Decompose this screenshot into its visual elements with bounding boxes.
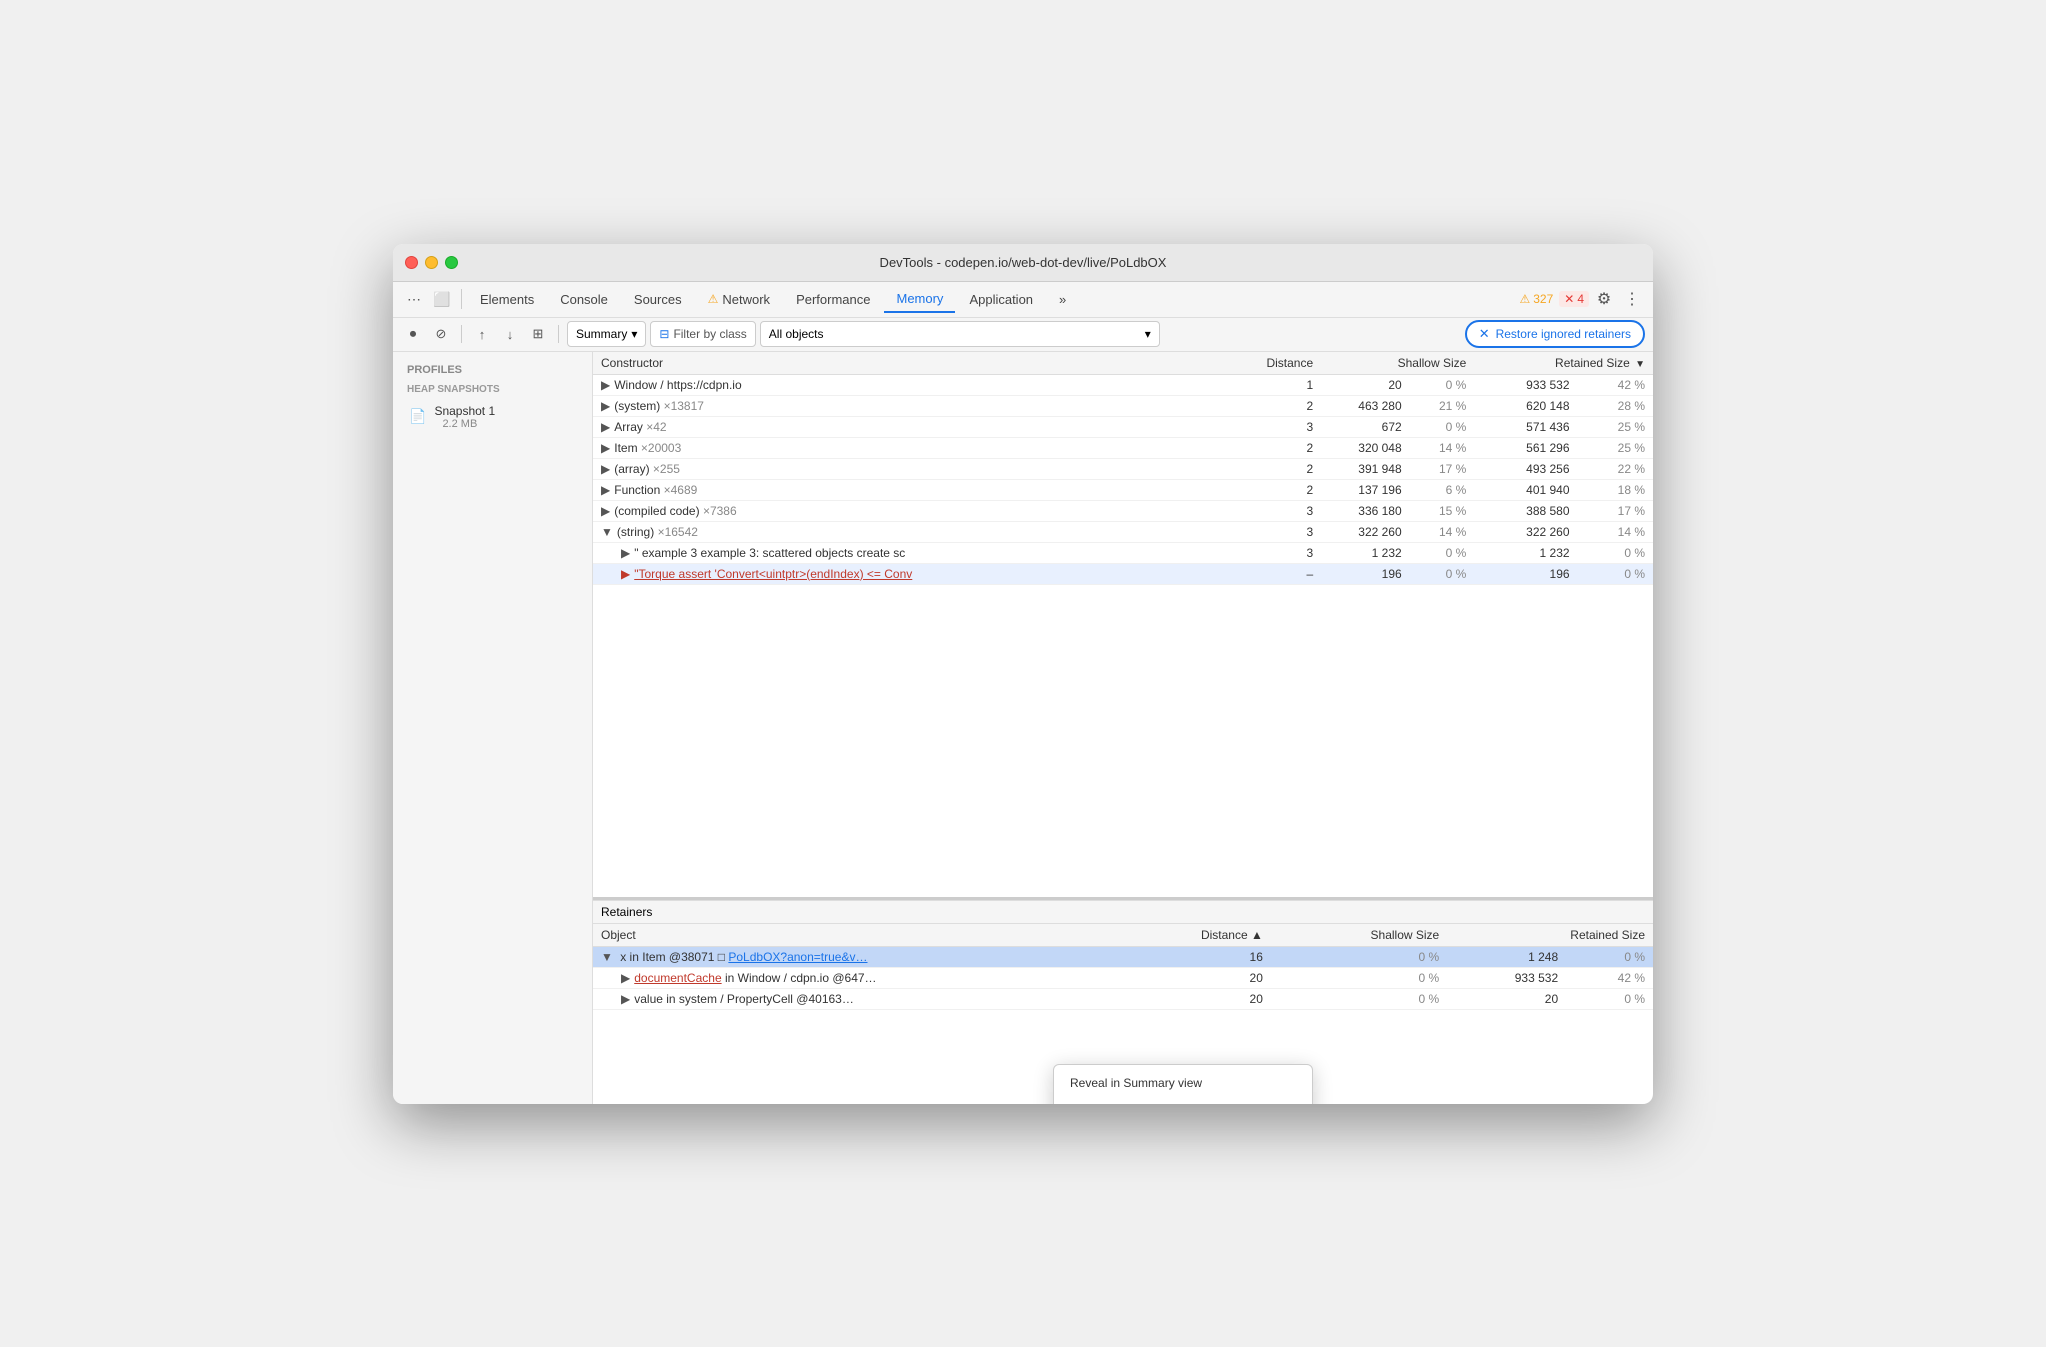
table-row[interactable]: ▶Item ×20003 2 320 048 14 % 561 296 25 %	[593, 437, 1653, 458]
summary-label: Summary	[576, 327, 627, 341]
error-icon: ✕	[1564, 292, 1574, 306]
retainers-label: Retainers	[601, 905, 652, 919]
clear-icon[interactable]: ⊞	[526, 322, 550, 346]
retainer-row[interactable]: ▶documentCache in Window / cdpn.io @647……	[593, 967, 1653, 988]
retainer-red-link[interactable]: documentCache	[634, 971, 721, 985]
tab-badges: ⚠ 327 ✕ 4	[1519, 291, 1589, 307]
sidebar-profiles-title: Profiles	[401, 364, 584, 376]
filter-label: Filter by class	[673, 327, 746, 341]
table-row[interactable]: ▶" example 3 example 3: scattered object…	[593, 542, 1653, 563]
toolbar-divider-2	[558, 325, 559, 343]
context-menu-reveal-summary[interactable]: Reveal in Summary view	[1054, 1069, 1312, 1097]
retainer-row[interactable]: ▶value in system / PropertyCell @40163… …	[593, 988, 1653, 1009]
more-menu-icon[interactable]: ⋮	[1619, 286, 1645, 312]
inspect-icon[interactable]: ⋯	[401, 286, 427, 312]
red-string-link[interactable]: "Torque assert 'Convert<uintptr>(endInde…	[634, 567, 912, 581]
context-menu-store-global[interactable]: Store as global variable	[1054, 1097, 1312, 1104]
tab-sources[interactable]: Sources	[622, 285, 694, 313]
tab-console[interactable]: Console	[548, 285, 620, 313]
table-row[interactable]: ▶Array ×42 3 672 0 % 571 436 25 %	[593, 416, 1653, 437]
warning-badge: ⚠ 327	[1519, 292, 1553, 306]
close-button[interactable]	[405, 256, 418, 269]
retainers-table: Object Distance ▲ Shallow Size Retained …	[593, 924, 1653, 1010]
tab-application[interactable]: Application	[957, 285, 1045, 313]
snapshot-size: 2.2 MB	[434, 418, 495, 430]
table-row[interactable]: ▶(array) ×255 2 391 948 17 % 493 256 22 …	[593, 458, 1653, 479]
table-row[interactable]: ▼(string) ×16542 3 322 260 14 % 322 260 …	[593, 521, 1653, 542]
retainer-row-selected[interactable]: ▼ x in Item @38071 □ PoLdbOX?anon=true&v…	[593, 946, 1653, 967]
restore-button[interactable]: ✕ Restore ignored retainers	[1465, 320, 1645, 348]
tab-elements[interactable]: Elements	[468, 285, 546, 313]
summary-dropdown[interactable]: Summary ▾	[567, 321, 646, 347]
table-header-row: Constructor Distance Shallow Size Retain…	[593, 352, 1653, 375]
table-row[interactable]: ▶Function ×4689 2 137 196 6 % 401 940 18…	[593, 479, 1653, 500]
retainer-link[interactable]: PoLdbOX?anon=true&v…	[728, 950, 867, 964]
maximize-button[interactable]	[445, 256, 458, 269]
warning-icon: ⚠	[1519, 292, 1530, 306]
window-title: DevTools - codepen.io/web-dot-dev/live/P…	[880, 255, 1167, 270]
header-distance: Distance	[1231, 352, 1321, 375]
filter-button[interactable]: ⊟ Filter by class	[650, 321, 755, 347]
download-icon[interactable]: ↓	[498, 322, 522, 346]
record-icon[interactable]: ⏺	[401, 322, 425, 346]
settings-icon[interactable]: ⚙	[1591, 286, 1617, 312]
sidebar: Profiles HEAP SNAPSHOTS 📄 Snapshot 1 2.2…	[393, 352, 593, 1104]
secondary-toolbar: ⏺ ⊘ ↑ ↓ ⊞ Summary ▾ ⊟ Filter by class Al…	[393, 318, 1653, 352]
header-shallow-size: Shallow Size	[1271, 924, 1447, 947]
objects-label: All objects	[769, 327, 824, 341]
context-menu-label: Reveal in Summary view	[1070, 1076, 1202, 1090]
main-content: Profiles HEAP SNAPSHOTS 📄 Snapshot 1 2.2…	[393, 352, 1653, 1104]
top-table[interactable]: Constructor Distance Shallow Size Retain…	[593, 352, 1653, 900]
stop-icon[interactable]: ⊘	[429, 322, 453, 346]
header-object: Object	[593, 924, 1181, 947]
tab-network[interactable]: Network	[696, 285, 782, 313]
header-retained-size: Retained Size	[1447, 924, 1653, 947]
sidebar-snapshot-item[interactable]: 📄 Snapshot 1 2.2 MB	[401, 399, 584, 435]
context-menu: Reveal in Summary view Store as global v…	[1053, 1064, 1313, 1104]
header-shallow: Shallow Size	[1321, 352, 1474, 375]
objects-dropdown[interactable]: All objects ▾	[760, 321, 1160, 347]
upload-icon[interactable]: ↑	[470, 322, 494, 346]
snapshot-name: Snapshot 1	[434, 404, 495, 418]
table-row[interactable]: ▶(compiled code) ×7386 3 336 180 15 % 38…	[593, 500, 1653, 521]
sidebar-section-title: HEAP SNAPSHOTS	[401, 384, 584, 395]
tab-more[interactable]: »	[1047, 285, 1078, 313]
restore-label: Restore ignored retainers	[1496, 327, 1631, 341]
error-badge: ✕ 4	[1559, 291, 1589, 307]
header-constructor: Constructor	[593, 352, 1231, 375]
bottom-table[interactable]: Object Distance ▲ Shallow Size Retained …	[593, 924, 1653, 1104]
restore-x-icon: ✕	[1479, 326, 1490, 342]
table-row[interactable]: ▶"Torque assert 'Convert<uintptr>(endInd…	[593, 563, 1653, 584]
header-distance-asc: Distance ▲	[1181, 924, 1271, 947]
tab-performance[interactable]: Performance	[784, 285, 882, 313]
retainers-header-row: Object Distance ▲ Shallow Size Retained …	[593, 924, 1653, 947]
toolbar-divider-1	[461, 325, 462, 343]
devtools-window: DevTools - codepen.io/web-dot-dev/live/P…	[393, 244, 1653, 1104]
devtools-tab-bar: ⋯ ⬜ Elements Console Sources Network Per…	[393, 282, 1653, 318]
traffic-lights	[405, 256, 458, 269]
filter-icon: ⊟	[659, 327, 669, 341]
title-bar: DevTools - codepen.io/web-dot-dev/live/P…	[393, 244, 1653, 282]
device-icon[interactable]: ⬜	[429, 286, 455, 312]
table-row[interactable]: ▶(system) ×13817 2 463 280 21 % 620 148 …	[593, 395, 1653, 416]
tab-divider	[461, 289, 462, 309]
dropdown-arrow-icon: ▾	[631, 327, 637, 341]
retainers-header: Retainers	[593, 900, 1653, 924]
snapshot-icon: 📄	[409, 408, 426, 425]
tab-memory[interactable]: Memory	[884, 285, 955, 313]
minimize-button[interactable]	[425, 256, 438, 269]
table-row[interactable]: ▶Window / https://cdpn.io 1 20 0 % 933 5…	[593, 374, 1653, 395]
table-area: Constructor Distance Shallow Size Retain…	[593, 352, 1653, 1104]
header-retained: Retained Size ▼	[1474, 352, 1653, 375]
constructor-table: Constructor Distance Shallow Size Retain…	[593, 352, 1653, 585]
objects-arrow-icon: ▾	[1145, 327, 1151, 341]
